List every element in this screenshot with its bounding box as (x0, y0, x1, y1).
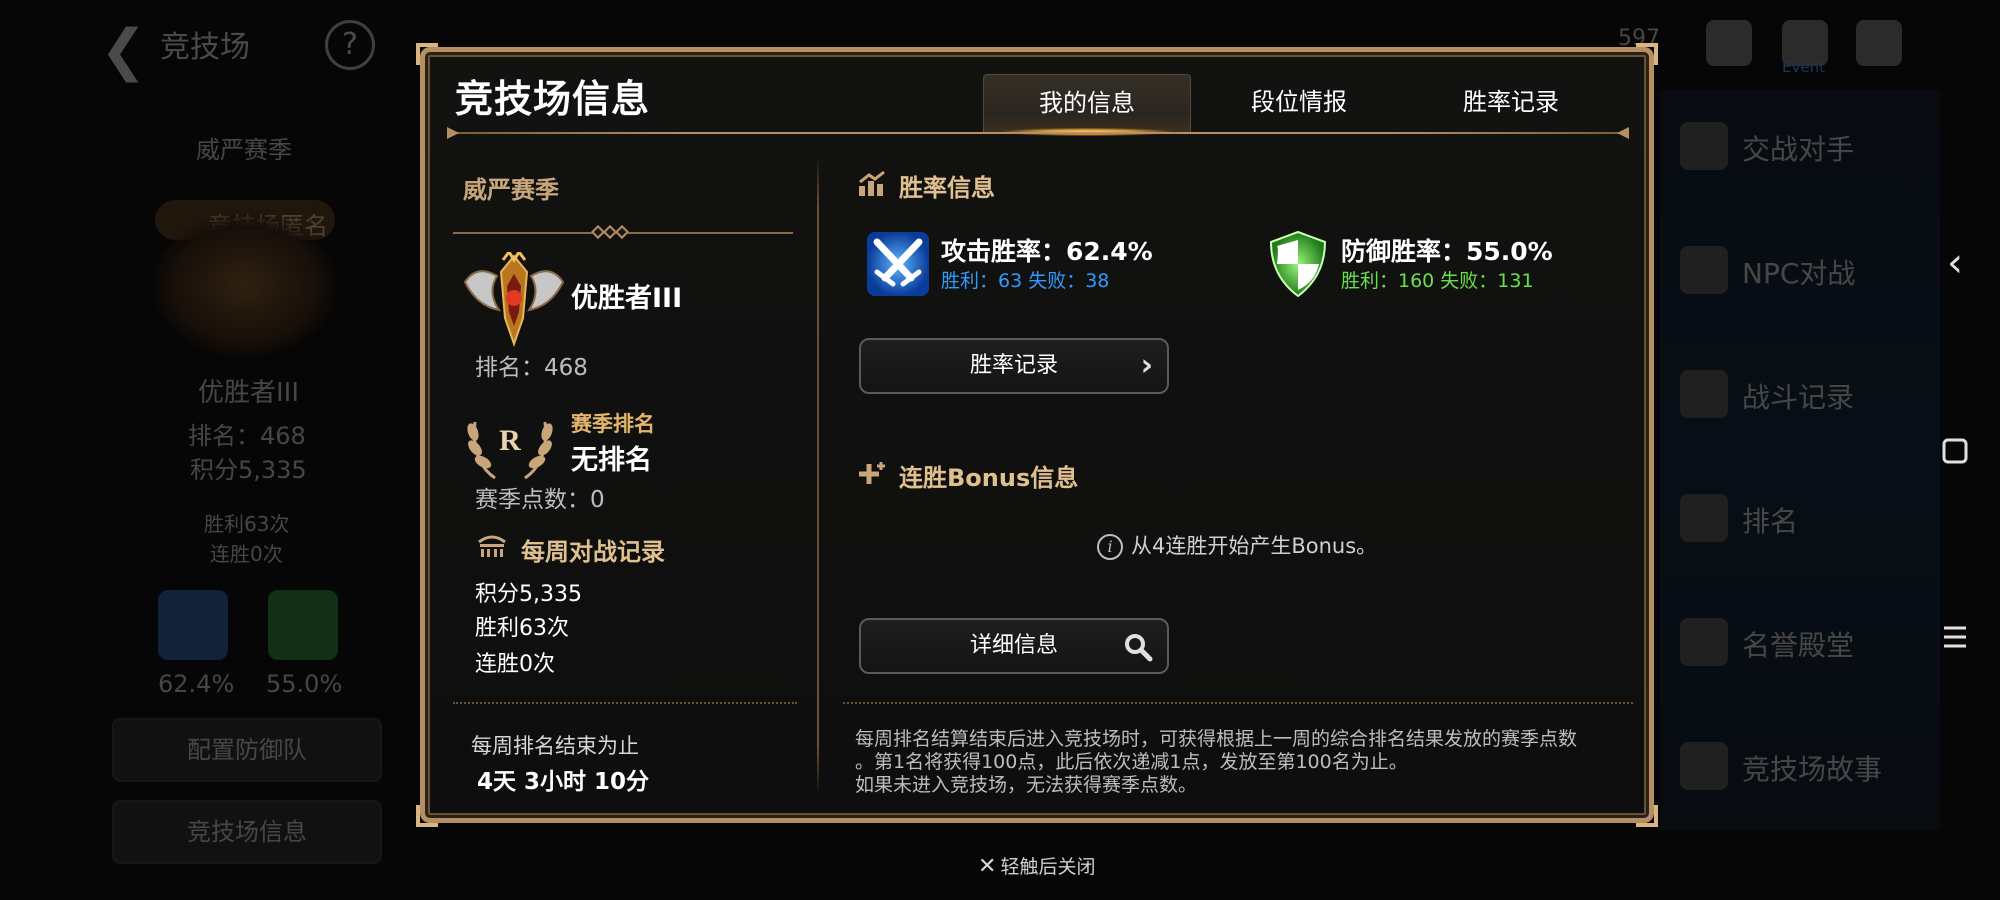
attack-record: 胜利：63 失败：38 (941, 270, 1110, 292)
reset-countdown: 4天 3小时 10分 (477, 769, 650, 795)
tab-winrate-record[interactable]: 胜率记录 (1407, 74, 1615, 132)
corner-ornament (416, 805, 438, 827)
reset-label: 每周排名结束为止 (471, 734, 639, 758)
close-hint[interactable]: ✕ 轻触后关闭 (978, 852, 1095, 879)
corner-ornament (1636, 805, 1658, 827)
bg-shield-icon (268, 590, 338, 660)
weekly-score: 积分5,335 (475, 582, 582, 607)
rank-name: 优胜者III (571, 283, 683, 314)
defense-winrate: 防御胜率：55.0% (1341, 237, 1553, 266)
system-nav-bar: ‹ (1910, 0, 2000, 900)
bg-streak: 连胜0次 (210, 542, 283, 566)
menu-arena-story[interactable]: 竞技场故事 (1742, 748, 1882, 788)
corner-ornament (416, 43, 438, 65)
inventory-icon[interactable] (1706, 20, 1752, 66)
winrate-title: 胜率信息 (899, 174, 995, 202)
detail-info-label: 详细信息 (969, 633, 1058, 658)
winrate-record-button[interactable]: 胜率记录 › (859, 338, 1169, 394)
ornament-diamond (614, 224, 630, 240)
screen-title: 竞技场 (160, 30, 250, 65)
description-line: 。第1名将获得100点，此后依次递减1点，发放至第100名为止。 (855, 751, 1408, 773)
nav-menu-icon[interactable] (1930, 612, 1980, 662)
svg-text:R: R (499, 424, 521, 457)
bg-rank: 排名：468 (188, 422, 306, 450)
defense-record: 胜利：160 失败：131 (1341, 270, 1534, 292)
bg-config-defense-button[interactable]: 配置防御队 (112, 718, 382, 782)
story-icon (1680, 742, 1728, 790)
nav-home-icon[interactable] (1930, 426, 1980, 476)
chat-icon[interactable] (1856, 20, 1902, 66)
tab-tier-info[interactable]: 段位情报 (1195, 74, 1403, 132)
search-icon (1125, 634, 1153, 662)
npc-icon (1680, 246, 1728, 294)
weekly-record-title: 每周对战记录 (521, 538, 665, 566)
bg-score: 积分5,335 (190, 456, 307, 484)
sparkle-icon (859, 462, 885, 484)
tab-bar: 我的信息 段位情报 胜率记录 (983, 74, 1623, 136)
battle-log-icon (1680, 370, 1728, 418)
event-label: Event (1782, 58, 1825, 76)
bg-defense-rate: 55.0% (266, 670, 343, 698)
bg-season-name: 威严赛季 (196, 136, 292, 164)
header-divider (447, 127, 1629, 139)
back-arrow-icon[interactable]: ❮ (100, 18, 147, 83)
bg-swords-icon (158, 590, 228, 660)
menu-npc[interactable]: NPC对战 (1742, 252, 1855, 292)
close-hint-text: 轻触后关闭 (1000, 856, 1096, 878)
bg-rank-name: 优胜者III (198, 378, 300, 408)
bg-arena-info-button[interactable]: 竞技场信息 (112, 800, 382, 864)
tab-my-info[interactable]: 我的信息 (983, 74, 1191, 136)
nav-back-icon[interactable]: ‹ (1930, 238, 1980, 288)
bg-attack-rate: 62.4% (158, 670, 235, 698)
winrate-record-label: 胜率记录 (969, 353, 1058, 378)
column-divider (817, 156, 819, 796)
rank-position: 排名：468 (475, 355, 588, 381)
attack-winrate: 攻击胜率：62.4% (941, 237, 1153, 266)
description-line: 如果未进入竞技场，无法获得赛季点数。 (855, 774, 1198, 796)
bg-wins: 胜利63次 (204, 512, 290, 536)
bonus-info: i 从4连胜开始产生Bonus。 (1097, 530, 1377, 560)
season-rank-value: 无排名 (571, 445, 652, 476)
laurel-icon: R (467, 421, 553, 480)
weekly-wins: 胜利63次 (475, 616, 569, 641)
menu-battle-log[interactable]: 战斗记录 (1742, 376, 1854, 416)
dotted-divider (453, 702, 797, 704)
season-points: 赛季点数：0 (475, 487, 605, 513)
info-icon: i (1097, 534, 1123, 560)
trophy-icon (1680, 494, 1728, 542)
bonus-info-text: 从4连胜开始产生Bonus。 (1131, 534, 1378, 558)
help-icon[interactable]: ? (325, 20, 375, 70)
description-line: 每周排名结算结束后进入竞技场时，可获得根据上一周的综合排名结果发放的赛季点数 (855, 728, 1578, 750)
chart-icon (859, 170, 885, 196)
dotted-divider (843, 702, 1633, 704)
opponent-icon (1680, 122, 1728, 170)
hall-icon (1680, 618, 1728, 666)
close-icon: ✕ (978, 854, 997, 879)
season-name: 威严赛季 (463, 176, 559, 204)
chevron-right-icon: › (1140, 348, 1153, 383)
season-points-description: 每周排名结算结束后进入竞技场时，可获得根据上一周的综合排名结果发放的赛季点数 。… (855, 728, 1625, 797)
bonus-title: 连胜Bonus信息 (899, 464, 1079, 492)
menu-opponents[interactable]: 交战对手 (1742, 128, 1854, 168)
modal-title: 竞技场信息 (455, 77, 651, 121)
weekly-streak: 连胜0次 (475, 652, 555, 677)
detail-info-button[interactable]: 详细信息 (859, 618, 1169, 674)
menu-ranking[interactable]: 排名 (1742, 500, 1798, 540)
rank-emblem-icon (463, 252, 565, 348)
corner-ornament (1636, 43, 1658, 65)
season-rank-label: 赛季排名 (571, 412, 655, 436)
colosseum-icon (478, 535, 506, 557)
crossed-swords-icon (867, 232, 929, 296)
menu-hall-of-fame[interactable]: 名誉殿堂 (1742, 624, 1854, 664)
bg-map (1660, 90, 1940, 830)
bg-rank-emblem (150, 210, 340, 360)
arena-info-modal: 竞技场信息 我的信息 段位情报 胜率记录 威严赛季 优胜者III 排名：468 … (416, 43, 1658, 827)
shield-icon (1269, 230, 1327, 298)
